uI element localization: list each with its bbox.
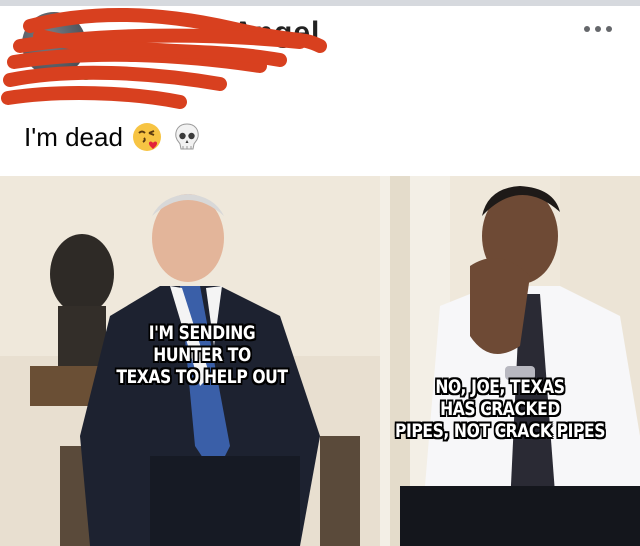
caption-line: HAS CRACKED: [440, 398, 560, 420]
more-options-icon[interactable]: [578, 16, 618, 42]
caption-line: I'M SENDING: [148, 322, 256, 344]
post-header: Angel: [0, 6, 640, 114]
meme-caption-left: I'M SENDING HUNTER TO TEXAS TO HELP OUT: [104, 322, 301, 388]
caption-line: HUNTER TO: [153, 344, 251, 366]
caption-line: TEXAS TO HELP OUT: [116, 366, 288, 388]
skull-icon: [175, 123, 199, 150]
post-text: I'm dead: [24, 121, 123, 152]
meme-image: I'M SENDING HUNTER TO TEXAS TO HELP OUT …: [0, 176, 640, 546]
face-blowing-kiss-icon: [132, 123, 161, 151]
caption-line: PIPES, NOT CRACK PIPES: [394, 420, 606, 442]
meme-photo: [0, 176, 640, 546]
post-message: I'm dead: [24, 117, 203, 157]
meme-caption-right: NO, JOE, TEXAS HAS CRACKED PIPES, NOT CR…: [369, 376, 631, 442]
redaction-scribble: [1, 7, 327, 109]
caption-line: NO, JOE, TEXAS: [435, 376, 565, 398]
